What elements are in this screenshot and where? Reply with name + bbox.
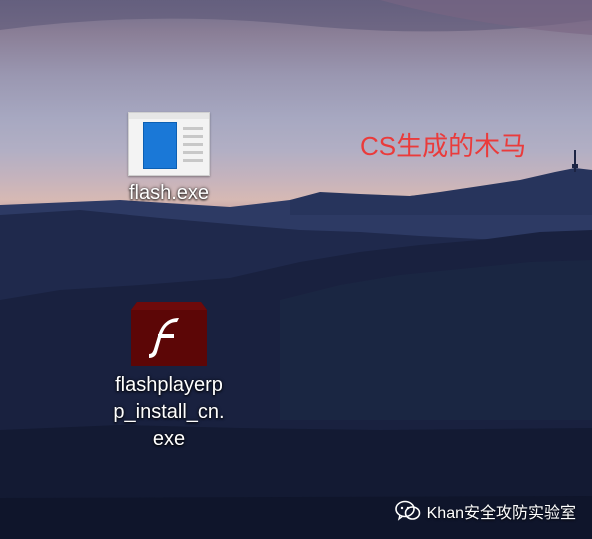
desktop-wallpaper	[0, 0, 592, 539]
icon-label-flashplayer: flashplayerp p_install_cn. exe	[113, 372, 224, 453]
desktop-icon-flashplayer-installer[interactable]: flashplayerp p_install_cn. exe	[94, 296, 244, 453]
icon-label-line-2: p_install_cn.	[113, 401, 225, 423]
icon-label-line-1: flashplayerp	[115, 374, 223, 396]
annotation-text: CS生成的木马	[360, 131, 527, 161]
wechat-logo-icon	[394, 500, 421, 522]
flash-player-icon	[127, 296, 211, 368]
icon-label-line-3: exe	[152, 428, 186, 450]
watermark-text: Khan安全攻防实验室	[426, 505, 576, 522]
wallpaper-landscape	[0, 0, 592, 539]
watermark: Khan安全攻防实验室	[394, 499, 576, 523]
icon-label-flash-exe: flash.exe	[128, 182, 210, 204]
desktop-icon-flash-exe[interactable]: flash.exe	[94, 112, 244, 207]
exe-window-icon	[128, 112, 210, 176]
